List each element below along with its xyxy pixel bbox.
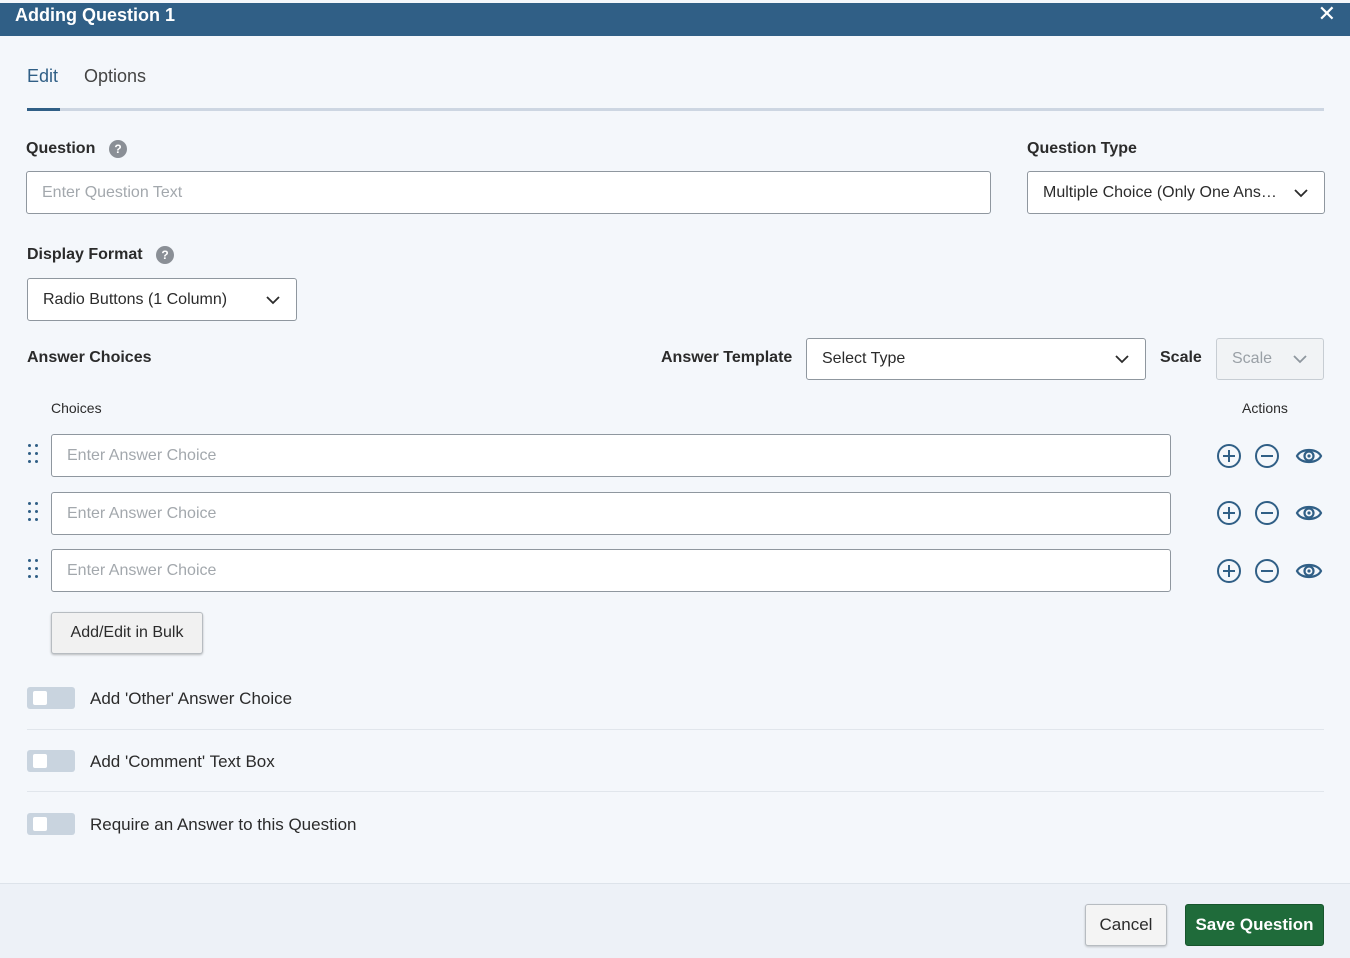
chevron-down-icon bbox=[1115, 355, 1129, 364]
plus-circle-icon[interactable] bbox=[1216, 500, 1242, 526]
answer-choice-input[interactable] bbox=[51, 549, 1171, 592]
divider bbox=[27, 791, 1324, 792]
require-answer-label: Require an Answer to this Question bbox=[90, 815, 357, 834]
scale-select: Scale bbox=[1216, 338, 1324, 380]
answer-template-value: Select Type bbox=[822, 350, 906, 367]
answer-choices-label: Answer Choices bbox=[27, 349, 152, 366]
minus-circle-icon[interactable] bbox=[1254, 500, 1280, 526]
display-format-select[interactable]: Radio Buttons (1 Column) bbox=[27, 278, 297, 321]
tab-bar-underline bbox=[27, 108, 1324, 111]
question-help-icon[interactable]: ? bbox=[109, 140, 127, 158]
eye-icon[interactable] bbox=[1295, 558, 1323, 584]
eye-icon[interactable] bbox=[1295, 443, 1323, 469]
toggle-knob bbox=[33, 691, 47, 705]
cancel-button[interactable]: Cancel bbox=[1085, 904, 1167, 946]
question-type-select[interactable]: Multiple Choice (Only One Answer) bbox=[1027, 171, 1325, 214]
answer-choice-input[interactable] bbox=[51, 492, 1171, 535]
other-choice-toggle[interactable] bbox=[27, 687, 75, 709]
minus-circle-icon[interactable] bbox=[1254, 443, 1280, 469]
require-answer-toggle[interactable] bbox=[27, 813, 75, 835]
minus-circle-icon[interactable] bbox=[1254, 558, 1280, 584]
tab-edit[interactable]: Edit bbox=[27, 66, 60, 111]
display-format-value: Radio Buttons (1 Column) bbox=[43, 290, 228, 308]
question-type-label: Question Type bbox=[1027, 140, 1137, 157]
chevron-down-icon bbox=[266, 295, 280, 304]
comment-box-label: Add 'Comment' Text Box bbox=[90, 752, 275, 771]
scale-value: Scale bbox=[1232, 350, 1273, 367]
save-question-button[interactable]: Save Question bbox=[1185, 904, 1324, 946]
question-label: Question bbox=[26, 140, 96, 157]
chevron-down-icon bbox=[1293, 355, 1307, 364]
question-type-value: Multiple Choice (Only One Answer) bbox=[1043, 183, 1285, 201]
answer-template-label: Answer Template bbox=[661, 349, 793, 366]
other-choice-label: Add 'Other' Answer Choice bbox=[90, 689, 293, 708]
add-edit-bulk-button[interactable]: Add/Edit in Bulk bbox=[51, 612, 203, 654]
answer-template-select[interactable]: Select Type bbox=[806, 338, 1146, 380]
close-icon[interactable]: ✕ bbox=[1318, 3, 1336, 25]
plus-circle-icon[interactable] bbox=[1216, 558, 1242, 584]
answer-choice-input[interactable] bbox=[51, 434, 1171, 477]
drag-handle-icon[interactable] bbox=[26, 558, 40, 584]
drag-handle-icon[interactable] bbox=[26, 443, 40, 469]
chevron-down-icon bbox=[1294, 188, 1308, 197]
tab-options-label: Options bbox=[84, 66, 147, 86]
display-format-help-icon[interactable]: ? bbox=[156, 246, 174, 264]
tab-bar: Edit Options bbox=[27, 66, 1324, 112]
tab-edit-label: Edit bbox=[27, 66, 59, 86]
dialog-footer: Cancel Save Question bbox=[0, 883, 1350, 958]
tab-options[interactable]: Options bbox=[84, 66, 146, 87]
choices-column-header: Choices bbox=[51, 400, 102, 416]
dialog-title-bar: Adding Question 1 ✕ bbox=[0, 3, 1350, 36]
eye-icon[interactable] bbox=[1295, 500, 1323, 526]
question-text-input[interactable] bbox=[26, 171, 991, 214]
scale-label: Scale bbox=[1160, 349, 1202, 366]
comment-box-toggle[interactable] bbox=[27, 750, 75, 772]
dialog-title: Adding Question 1 bbox=[15, 5, 175, 25]
display-format-label: Display Format bbox=[27, 246, 143, 263]
toggle-knob bbox=[33, 817, 47, 831]
divider bbox=[27, 729, 1324, 730]
actions-column-header: Actions bbox=[1242, 400, 1288, 416]
toggle-knob bbox=[33, 754, 47, 768]
drag-handle-icon[interactable] bbox=[26, 501, 40, 527]
plus-circle-icon[interactable] bbox=[1216, 443, 1242, 469]
active-tab-indicator bbox=[27, 108, 60, 111]
